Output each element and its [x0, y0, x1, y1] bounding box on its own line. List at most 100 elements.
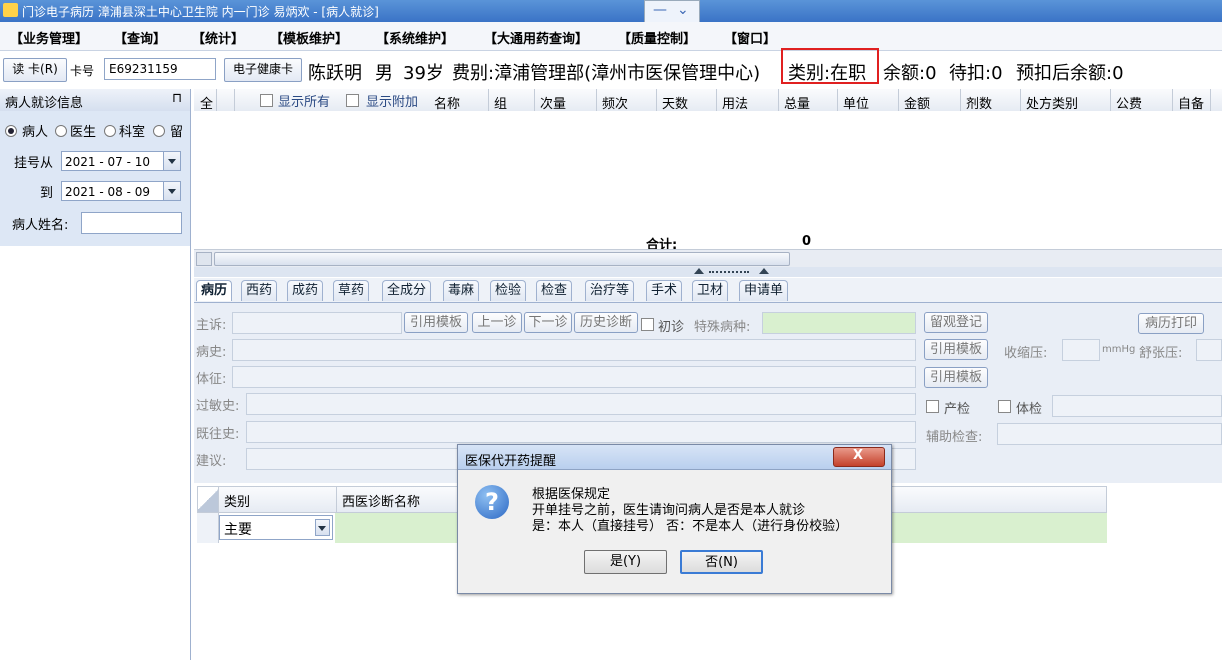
radio-department[interactable]	[104, 125, 116, 137]
chevron-down-icon[interactable]: ⌄	[677, 2, 689, 18]
tab-exam[interactable]: 检查	[536, 280, 573, 301]
col-divider	[837, 89, 838, 111]
physical-input[interactable]	[1052, 395, 1222, 417]
col-dose[interactable]: 次量	[540, 93, 566, 112]
scroll-left-icon[interactable]	[196, 252, 212, 266]
splitter-up-icon[interactable]	[759, 268, 769, 274]
chevron-down-icon[interactable]	[163, 182, 180, 200]
col-amount[interactable]: 金额	[904, 93, 930, 112]
prenatal-checkbox[interactable]	[926, 400, 939, 413]
radio-patient[interactable]	[5, 125, 17, 137]
tab-supplies[interactable]: 卫材	[692, 280, 729, 301]
col-divider	[216, 89, 217, 111]
print-record-button[interactable]: 病历打印	[1138, 313, 1204, 334]
yes-button[interactable]: 是(Y)	[584, 550, 667, 574]
tab-surgery[interactable]: 手术	[646, 280, 683, 301]
show-all-label: 显示所有	[278, 95, 331, 110]
signs-input[interactable]	[232, 366, 916, 388]
reg-to-value: 2021 - 08 - 09	[65, 185, 150, 199]
card-number-input[interactable]: E69231159	[104, 58, 216, 80]
reg-from-date[interactable]: 2021 - 07 - 10	[61, 151, 181, 171]
rx-grid-header: 全 显示所有 显示附加 名称 组 次量 频次 天数 用法 总量 单位 金额 剂数…	[194, 89, 1222, 112]
col-divider	[898, 89, 899, 111]
pin-icon[interactable]: ⊓	[172, 91, 182, 106]
left-panel-header: 病人就诊信息 ⊓	[0, 89, 190, 112]
advice-label: 建议:	[196, 454, 227, 469]
menu-statistics[interactable]: 【统计】	[192, 28, 244, 47]
diagnosis-type-select[interactable]: 主要	[219, 515, 333, 540]
show-extra-checkbox[interactable]	[346, 94, 359, 107]
radio-doctor[interactable]	[55, 125, 67, 137]
col-usage[interactable]: 用法	[722, 93, 748, 112]
minimize-icon[interactable]: —	[653, 2, 667, 18]
tab-treatment[interactable]: 治疗等	[585, 280, 635, 301]
cite-template-button-3[interactable]: 引用模板	[924, 367, 988, 388]
next-visit-button[interactable]: 下一诊	[524, 312, 572, 333]
menu-template[interactable]: 【模板维护】	[270, 28, 348, 47]
menu-system[interactable]: 【系统维护】	[376, 28, 454, 47]
e-health-card-button[interactable]: 电子健康卡	[224, 58, 302, 82]
tab-all-ingredients[interactable]: 全成分	[382, 280, 432, 301]
radio-observation[interactable]	[153, 125, 165, 137]
menu-drug-query[interactable]: 【大通用药查询】	[484, 28, 588, 47]
col-frequency[interactable]: 频次	[602, 93, 628, 112]
rx-grid-body[interactable]: 合计: 0	[194, 111, 1222, 253]
show-all-checkbox[interactable]	[260, 94, 273, 107]
menu-query[interactable]: 【查询】	[114, 28, 166, 47]
col-days[interactable]: 天数	[662, 93, 688, 112]
menu-quality[interactable]: 【质量控制】	[618, 28, 696, 47]
no-button[interactable]: 否(N)	[680, 550, 763, 574]
tab-request[interactable]: 申请单	[739, 280, 789, 301]
diastolic-input[interactable]	[1196, 339, 1222, 361]
read-card-button[interactable]: 读 卡(R)	[3, 58, 67, 82]
menu-window[interactable]: 【窗口】	[724, 28, 776, 47]
reg-to-date[interactable]: 2021 - 08 - 09	[61, 181, 181, 201]
tab-herbal[interactable]: 草药	[333, 280, 370, 301]
col-doses[interactable]: 剂数	[966, 93, 992, 112]
splitter[interactable]	[194, 267, 1222, 277]
col-divider	[534, 89, 535, 111]
prev-visit-button[interactable]: 上一诊	[472, 312, 522, 333]
history-input[interactable]	[232, 339, 916, 361]
col-group[interactable]: 组	[494, 93, 507, 112]
physical-checkbox[interactable]	[998, 400, 1011, 413]
past-history-input[interactable]	[246, 421, 916, 443]
lower-blank	[194, 592, 1222, 660]
col-self-provided[interactable]: 自备	[1178, 93, 1204, 112]
chevron-down-icon[interactable]	[315, 519, 330, 536]
col-total[interactable]: 总量	[784, 93, 810, 112]
tab-record[interactable]: 病历	[196, 280, 233, 301]
card-label: 卡号	[70, 64, 95, 78]
col-rx-type[interactable]: 处方类别	[1026, 93, 1078, 112]
tab-patent-drug[interactable]: 成药	[287, 280, 324, 301]
dialog-close-button[interactable]: X	[833, 447, 885, 467]
col-all[interactable]: 全	[200, 93, 213, 112]
menu-business[interactable]: 【业务管理】	[10, 28, 88, 47]
special-disease-input[interactable]	[762, 312, 916, 334]
patient-name-input[interactable]	[81, 212, 182, 234]
left-panel: 病人就诊信息 ⊓ 病人 医生 科室 留 挂号从 2021 - 07 - 10 到…	[0, 89, 191, 660]
mmhg-unit: mmHg	[1102, 344, 1136, 355]
select-all-cell[interactable]	[198, 487, 219, 512]
col-name[interactable]: 名称	[434, 93, 460, 112]
col-unit[interactable]: 单位	[843, 93, 869, 112]
cite-template-button-2[interactable]: 引用模板	[924, 339, 988, 360]
complaint-input[interactable]	[232, 312, 402, 334]
col-public-fee[interactable]: 公费	[1116, 93, 1142, 112]
horizontal-scrollbar[interactable]	[194, 249, 1222, 267]
observe-register-button[interactable]: 留观登记	[924, 312, 988, 333]
allergy-input[interactable]	[246, 393, 916, 415]
chevron-down-icon[interactable]	[163, 152, 180, 170]
systolic-input[interactable]	[1062, 339, 1100, 361]
history-diag-button[interactable]: 历史诊断	[574, 312, 638, 333]
first-visit-checkbox[interactable]	[641, 318, 654, 331]
tab-western-drug[interactable]: 西药	[241, 280, 278, 301]
splitter-up-icon[interactable]	[694, 268, 704, 274]
patient-name-label: 病人姓名:	[12, 218, 69, 233]
scroll-thumb[interactable]	[214, 252, 790, 266]
cite-template-button[interactable]: 引用模板	[404, 312, 468, 333]
window-controls[interactable]: — ⌄	[644, 0, 700, 23]
aux-exam-input[interactable]	[997, 423, 1222, 445]
tab-narcotics[interactable]: 毒麻	[443, 280, 480, 301]
tab-lab-test[interactable]: 检验	[490, 280, 527, 301]
